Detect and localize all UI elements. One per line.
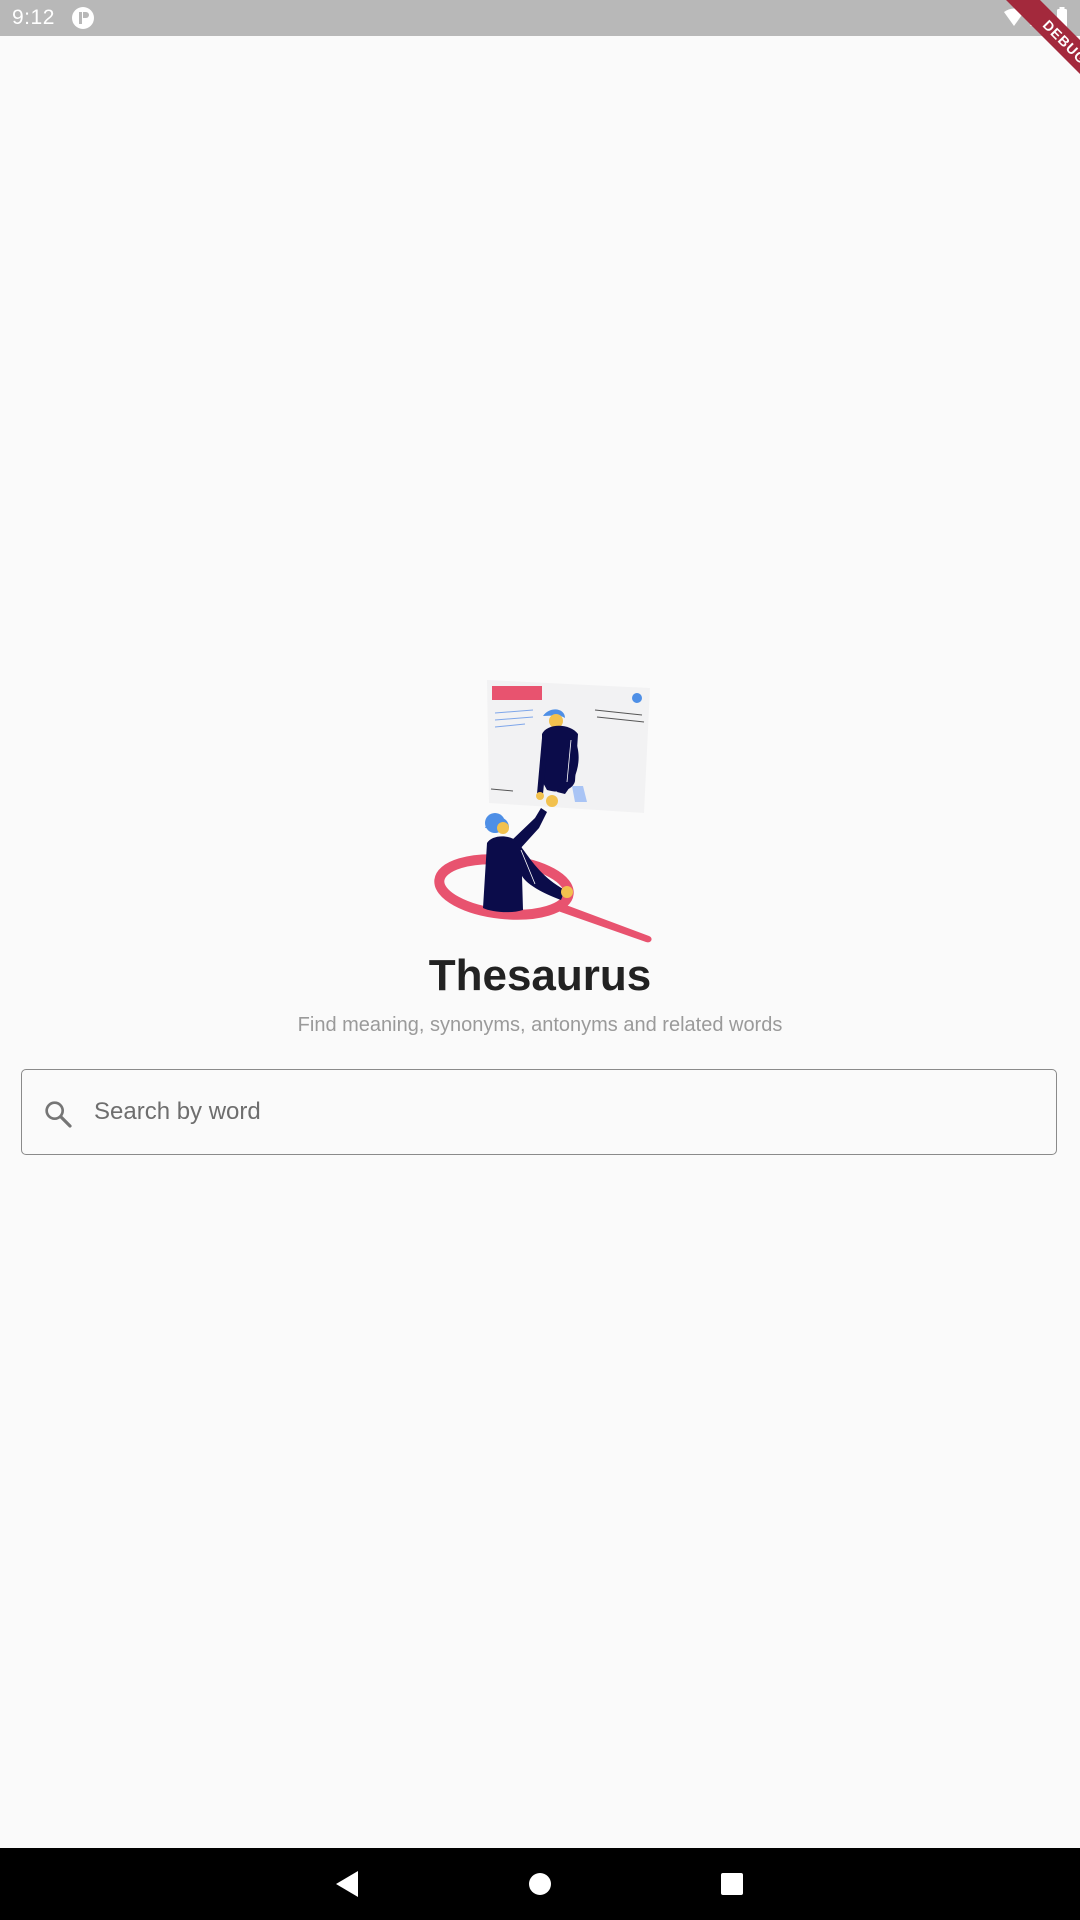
debug-banner: DEBUG — [970, 0, 1080, 110]
app-notification-icon — [72, 7, 94, 29]
thesaurus-hero-illustration — [434, 680, 652, 943]
debug-banner-label: DEBUG — [1003, 0, 1080, 104]
recents-icon[interactable] — [714, 1866, 750, 1902]
handshake-illustration — [546, 795, 558, 807]
back-icon[interactable] — [330, 1866, 366, 1902]
home-icon[interactable] — [522, 1866, 558, 1902]
page-title: Thesaurus — [428, 951, 652, 1000]
magnifying-glass-illustration — [434, 854, 652, 943]
status-bar: 9:12 — [0, 0, 1080, 36]
search-icon — [45, 1101, 72, 1128]
status-time: 9:12 — [12, 6, 55, 29]
page-subtitle: Find meaning, synonyms, antonyms and rel… — [297, 1014, 783, 1036]
search-input[interactable] — [92, 1070, 1034, 1154]
navigation-bar — [0, 1848, 1080, 1920]
search-box[interactable] — [21, 1069, 1057, 1155]
